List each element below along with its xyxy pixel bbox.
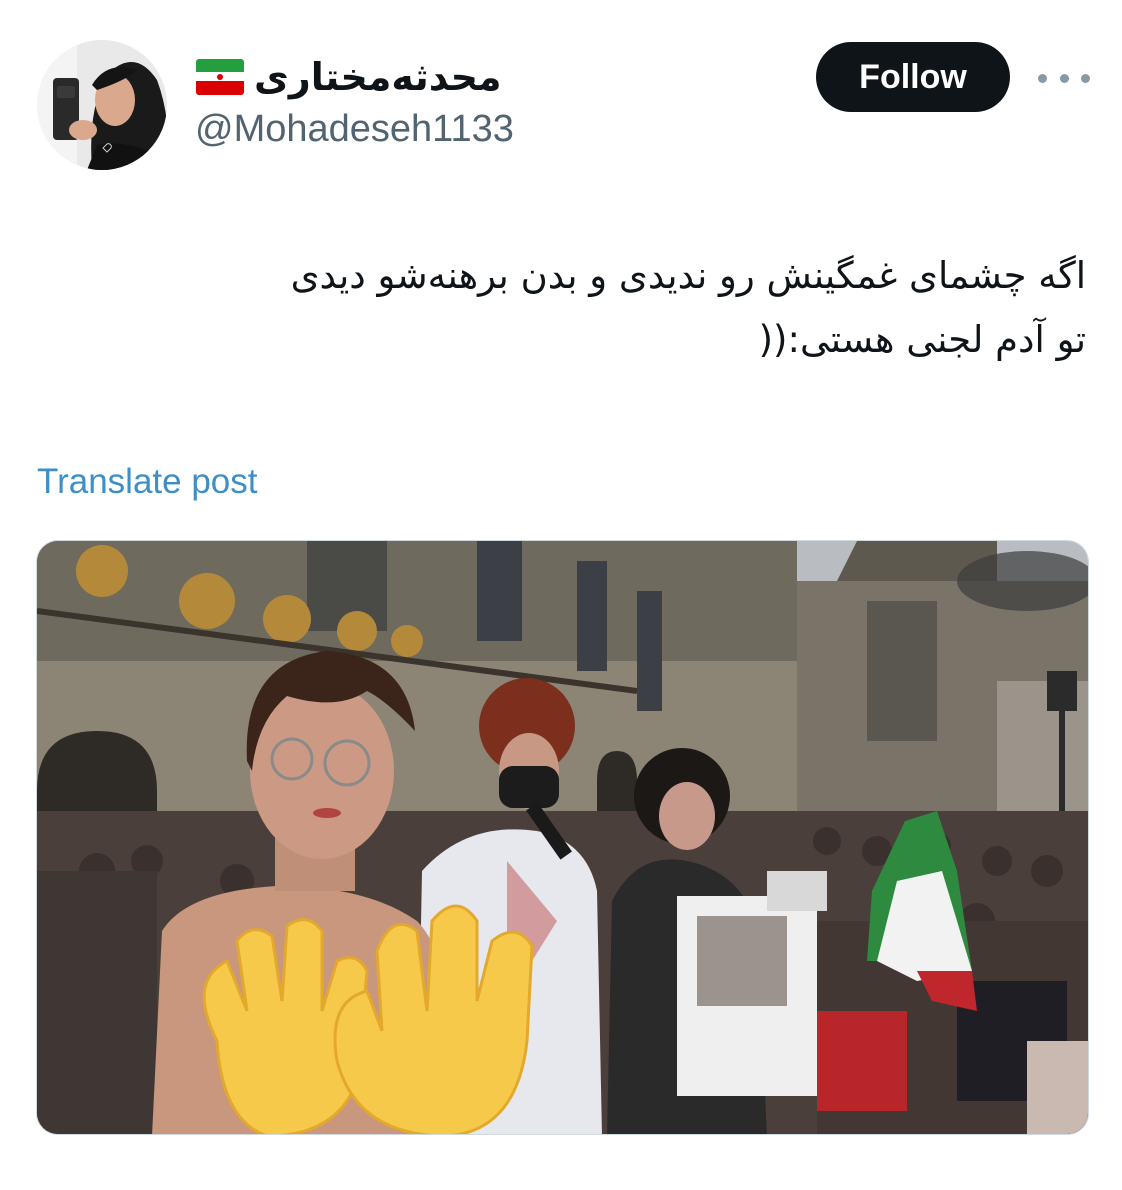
post-text-line: اگه چشمای غمگینش رو ندیدی و بدن برهنه‌شو… [290,254,1086,297]
post-text-line: تو آدم لجنی هستی:(( [758,318,1086,361]
follow-button[interactable]: Follow [816,42,1010,112]
post-media-photo[interactable] [36,540,1089,1135]
iran-flag-icon [196,59,244,95]
author-name-row[interactable]: محدثه‌مختاری [196,52,502,102]
translate-post-link[interactable]: Translate post [37,462,257,502]
more-dot [1081,73,1090,83]
post-text: اگه چشمای غمگینش رو ندیدی و بدن برهنه‌شو… [46,244,1086,372]
author-display-name: محدثه‌مختاری [254,55,502,99]
post-card: محدثه‌مختاری @Mohadeseh1133 Follow اگه چ… [0,0,1122,1190]
more-dots-icon[interactable] [1038,58,1090,98]
more-dot [1038,73,1047,83]
avatar[interactable] [37,40,167,170]
more-dot [1059,73,1069,83]
author-handle[interactable]: @Mohadeseh1133 [195,108,514,151]
